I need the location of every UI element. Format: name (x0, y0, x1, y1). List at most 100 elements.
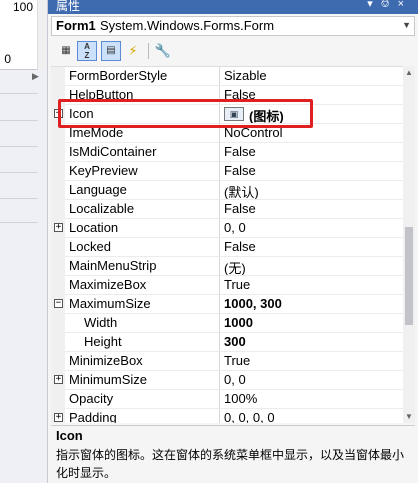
property-name: Locked (69, 239, 111, 254)
row-gutter: + (51, 219, 65, 238)
property-name: IsMdiContainer (69, 144, 157, 159)
row-gutter: + (51, 371, 65, 390)
row-gutter: + (51, 409, 65, 423)
property-name: MainMenuStrip (69, 258, 157, 273)
property-row[interactable]: + Padding 0, 0, 0, 0 (51, 409, 403, 423)
property-value[interactable]: 300 (224, 334, 246, 349)
column-divider (219, 143, 220, 162)
scroll-down-icon[interactable]: ▼ (405, 412, 413, 421)
property-name: Height (84, 334, 122, 349)
divider (0, 222, 38, 223)
property-value[interactable]: 1000, 300 (224, 296, 282, 311)
property-row[interactable]: Opacity 100% (51, 390, 403, 409)
collapse-icon[interactable]: − (54, 299, 63, 308)
divider (0, 93, 38, 94)
property-row[interactable]: Language (默认) (51, 181, 403, 200)
expand-icon[interactable]: + (54, 375, 63, 384)
preview-number-top: 100 (12, 0, 33, 14)
expand-icon[interactable]: + (54, 223, 63, 232)
description-pane: Icon 指示窗体的图标。这在窗体的系统菜单框中显示，以及当窗体最小化时显示。 (51, 425, 415, 483)
description-title: Icon (56, 428, 83, 443)
categorized-button[interactable]: ▦ (56, 41, 76, 61)
property-row[interactable]: IsMdiContainer False (51, 143, 403, 162)
property-value[interactable]: True (224, 277, 250, 292)
expand-icon[interactable]: + (54, 413, 63, 422)
property-name: Localizable (69, 201, 135, 216)
property-name: FormBorderStyle (69, 68, 168, 83)
property-name: KeyPreview (69, 163, 138, 178)
property-row[interactable]: + MinimumSize 0, 0 (51, 371, 403, 390)
property-value[interactable]: 0, 0 (224, 372, 246, 387)
column-divider (219, 409, 220, 423)
alphabetical-button[interactable]: AZ (77, 41, 97, 61)
chevron-right-icon[interactable]: ▶ (32, 71, 39, 82)
property-row[interactable]: − MaximumSize 1000, 300 (51, 295, 403, 314)
column-divider (219, 238, 220, 257)
alphabetical-icon: AZ (84, 42, 90, 60)
highlight-box (58, 99, 313, 128)
property-row[interactable]: MainMenuStrip (无) (51, 257, 403, 276)
property-value[interactable]: 1000 (224, 315, 253, 330)
row-gutter (51, 200, 65, 219)
divider (0, 172, 38, 173)
property-pages-button[interactable]: 🔧 (153, 41, 173, 61)
divider (0, 120, 38, 121)
row-gutter (51, 276, 65, 295)
column-divider (219, 67, 220, 86)
row-gutter (51, 314, 65, 333)
property-row[interactable]: KeyPreview False (51, 162, 403, 181)
designer-preview-box: 100 0 (0, 0, 38, 70)
column-divider (219, 162, 220, 181)
preview-scrollbar[interactable] (37, 0, 47, 70)
property-value[interactable]: 0, 0, 0, 0 (224, 410, 275, 423)
object-type: System.Windows.Forms.Form (100, 18, 275, 33)
property-row[interactable]: MinimizeBox True (51, 352, 403, 371)
panel-title: 属性 (56, 0, 81, 13)
events-button[interactable]: ⚡ (123, 41, 143, 61)
row-gutter (51, 390, 65, 409)
row-gutter (51, 352, 65, 371)
property-row[interactable]: Width 1000 (51, 314, 403, 333)
property-grid-scrollbar[interactable]: ▲ ▼ (403, 66, 415, 423)
properties-button[interactable]: ▤ (101, 41, 121, 61)
property-value[interactable]: False (224, 163, 256, 178)
row-gutter (51, 333, 65, 352)
categorized-icon: ▦ (61, 45, 71, 56)
property-row[interactable]: FormBorderStyle Sizable (51, 67, 403, 86)
divider (0, 198, 38, 199)
lightning-icon: ⚡ (128, 43, 138, 58)
column-divider (219, 333, 220, 352)
property-value[interactable]: False (224, 144, 256, 159)
property-row[interactable]: Height 300 (51, 333, 403, 352)
preview-number-bottom: 0 (4, 52, 11, 66)
object-selector[interactable]: Form1 System.Windows.Forms.Form ▼ (51, 16, 415, 36)
chevron-down-icon[interactable]: ▼ (402, 20, 411, 30)
wrench-icon: 🔧 (154, 43, 172, 58)
property-value[interactable]: Sizable (224, 68, 267, 83)
dropdown-icon[interactable]: ▾ (367, 0, 381, 10)
column-divider (219, 276, 220, 295)
scrollbar-thumb[interactable] (405, 227, 413, 325)
properties-toolbar: ▦ AZ ▤ ⚡ 🔧 (51, 39, 415, 63)
row-gutter (51, 257, 65, 276)
panel-titlebar: 属性 ▾⎊× (48, 0, 418, 14)
property-value[interactable]: False (224, 239, 256, 254)
row-gutter (51, 67, 65, 86)
property-row[interactable]: Locked False (51, 238, 403, 257)
properties-icon: ▤ (106, 45, 116, 56)
description-text: 指示窗体的图标。这在窗体的系统菜单框中显示，以及当窗体最小化时显示。 (56, 448, 405, 480)
row-gutter: − (51, 295, 65, 314)
property-value[interactable]: False (224, 201, 256, 216)
property-row[interactable]: Localizable False (51, 200, 403, 219)
scroll-up-icon[interactable]: ▲ (405, 68, 413, 77)
property-row[interactable]: MaximizeBox True (51, 276, 403, 295)
divider (0, 146, 38, 147)
property-value[interactable]: 0, 0 (224, 220, 246, 235)
pin-icon[interactable]: ⎊ (381, 0, 398, 10)
property-row[interactable]: + Location 0, 0 (51, 219, 403, 238)
close-icon[interactable]: × (398, 0, 412, 10)
column-divider (219, 295, 220, 314)
property-value[interactable]: True (224, 353, 250, 368)
property-value[interactable]: 100% (224, 391, 257, 406)
property-name: Location (69, 220, 119, 235)
